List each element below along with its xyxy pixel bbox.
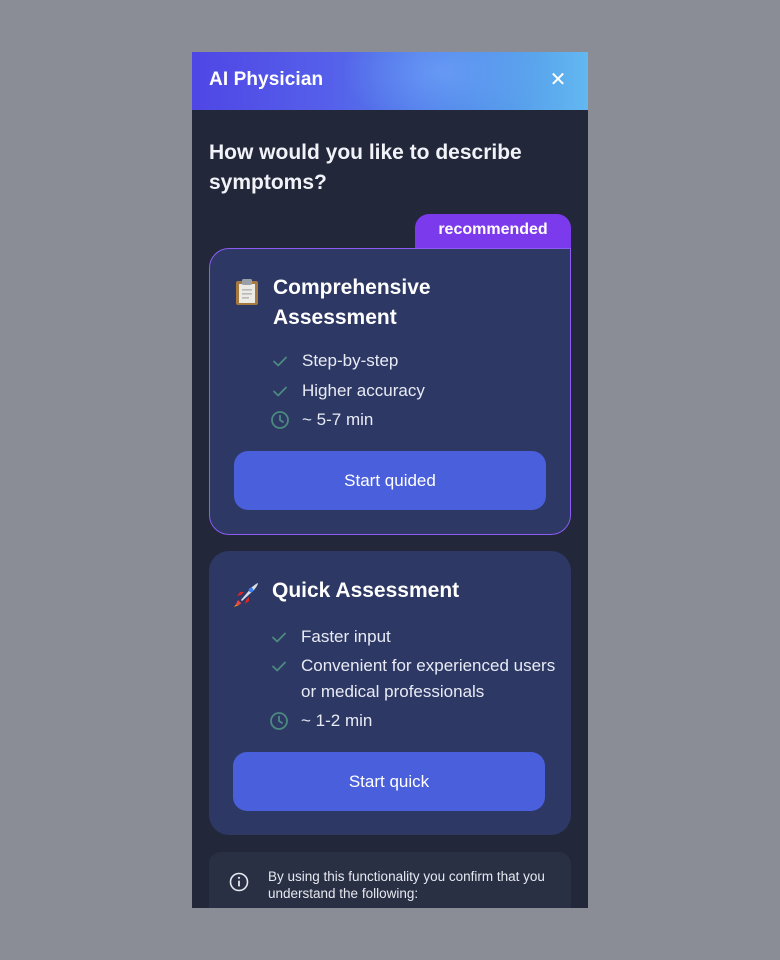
- check-icon: [273, 386, 287, 397]
- clipboard-icon: [232, 277, 262, 307]
- quick-assessment-card: Quick Assessment Faster input Convenient…: [209, 551, 571, 835]
- feature-text: ~ 5-7 min: [302, 410, 374, 429]
- info-icon: [229, 872, 249, 892]
- clock-icon: [271, 411, 289, 429]
- feature-text: Convenient for experienced users or medi…: [301, 656, 556, 701]
- rocket-icon: [231, 580, 261, 610]
- start-guided-button[interactable]: Start quided: [234, 451, 546, 510]
- card-title: Quick Assessment: [272, 579, 460, 602]
- close-icon[interactable]: ✕: [548, 69, 568, 91]
- feature-item: ~ 5-7 min: [270, 407, 560, 433]
- card-title: Comprehensive Assessment: [273, 276, 431, 329]
- panel-header: AI Physician ✕: [192, 52, 588, 110]
- comprehensive-assessment-card: Comprehensive Assessment Step-by-step Hi…: [209, 248, 571, 535]
- panel-title: AI Physician: [209, 69, 324, 90]
- disclaimer-text: By using this functionality you confirm …: [268, 869, 545, 901]
- start-quick-button[interactable]: Start quick: [233, 752, 545, 811]
- feature-item: Higher accuracy: [270, 378, 560, 404]
- feature-text: Faster input: [301, 627, 391, 646]
- feature-item: ~ 1-2 min: [269, 708, 559, 734]
- check-icon: [272, 661, 286, 672]
- feature-item: Step-by-step: [270, 348, 560, 374]
- check-icon: [272, 632, 286, 643]
- feature-item: Faster input: [269, 624, 559, 650]
- disclaimer-box: By using this functionality you confirm …: [209, 852, 571, 908]
- recommended-badge: recommended: [415, 214, 571, 250]
- feature-text: Higher accuracy: [302, 381, 425, 400]
- check-icon: [273, 356, 287, 367]
- feature-text: Step-by-step: [302, 351, 399, 370]
- ai-physician-panel: AI Physician ✕ How would you like to des…: [192, 52, 588, 908]
- clock-icon: [270, 712, 288, 730]
- feature-item: Convenient for experienced users or medi…: [269, 653, 559, 705]
- feature-text: ~ 1-2 min: [301, 711, 373, 730]
- question-heading: How would you like to describe symptoms?: [209, 141, 522, 194]
